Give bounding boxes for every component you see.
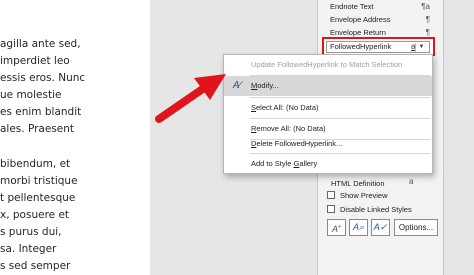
doc-line: es enim blandit [0,106,82,118]
new-style-icon: A+ [332,224,341,234]
menu-item-delete[interactable]: Delete FollowedHyperlink... [224,134,432,154]
style-item-selected[interactable]: FollowedHyperlink a ▼ [326,41,430,53]
style-inspector-icon: A⌕ [352,222,365,232]
doc-line: ales. Praesent [0,123,75,135]
doc-line: essis eros. Nunc [0,72,86,84]
menu-item-label: elect All: (No Data) [256,103,319,112]
menu-item-select-all[interactable]: Select All: (No Data) [224,98,432,118]
style-item-label: Endnote Text [330,2,374,11]
style-inspector-button[interactable]: A⌕ [349,219,368,236]
menu-item-update-to-match[interactable]: Update FollowedHyperlink to Match Select… [224,55,432,75]
doc-line: ue molestie [0,89,62,101]
document-page[interactable]: agilla ante sed, imperdiet leo essis ero… [0,0,150,275]
manage-styles-button[interactable]: A✓ [371,219,390,236]
doc-line: sa. Integer [0,243,57,255]
red-pointer-arrow-icon [155,74,226,123]
style-item-envelope-address[interactable]: Envelope Address ¶ [330,14,438,26]
doc-line: morbi tristique [0,175,78,187]
style-item-html-definition[interactable]: HTML Definition [331,179,385,188]
menu-item-label: allery [299,159,318,168]
menu-item-label: odify... [257,81,279,90]
style-item-label: Envelope Return [330,28,386,37]
menu-item-label: Add to Style [251,159,294,168]
style-context-menu: Update FollowedHyperlink to Match Select… [223,54,433,174]
manage-styles-icon: A✓ [373,222,388,232]
menu-item-label: elete FollowedHyperlink... [256,139,343,148]
new-style-button[interactable]: A+ [327,219,346,236]
doc-line: t pellentesque [0,192,76,204]
character-style-icon: a [409,177,414,186]
disable-linked-styles-label: Disable Linked Styles [340,205,412,214]
show-preview-checkbox[interactable]: Show Preview [327,190,388,202]
paragraph-char-style-icon: ¶a [421,2,430,11]
checkbox-box[interactable] [327,205,335,213]
style-item-label: Envelope Address [330,15,391,24]
doc-line: imperdiet leo [0,55,70,67]
options-button[interactable]: Options... [394,219,438,236]
modify-style-icon: A⁄ [232,80,242,91]
paragraph-style-icon: ¶ [425,15,430,24]
style-item-endnote-text[interactable]: Endnote Text ¶a [330,1,438,13]
menu-item-label: emove All: (No Data) [256,124,326,133]
show-preview-label: Show Preview [340,191,388,200]
doc-line: bibendum, et [0,158,71,170]
doc-line: s sed semper [0,260,71,272]
style-item-label: FollowedHyperlink [330,42,392,51]
menu-item-add-to-gallery[interactable]: Add to Style Gallery [224,154,432,174]
checkbox-box[interactable] [327,191,335,199]
menu-item-modify[interactable]: A⁄ Modify... [224,76,432,96]
disable-linked-styles-checkbox[interactable]: Disable Linked Styles [327,204,412,216]
chevron-down-icon[interactable]: ▼ [415,43,427,52]
doc-line: s purus dui, [0,226,62,238]
doc-line: agilla ante sed, [0,38,81,50]
doc-line: x, posuere et [0,209,70,221]
